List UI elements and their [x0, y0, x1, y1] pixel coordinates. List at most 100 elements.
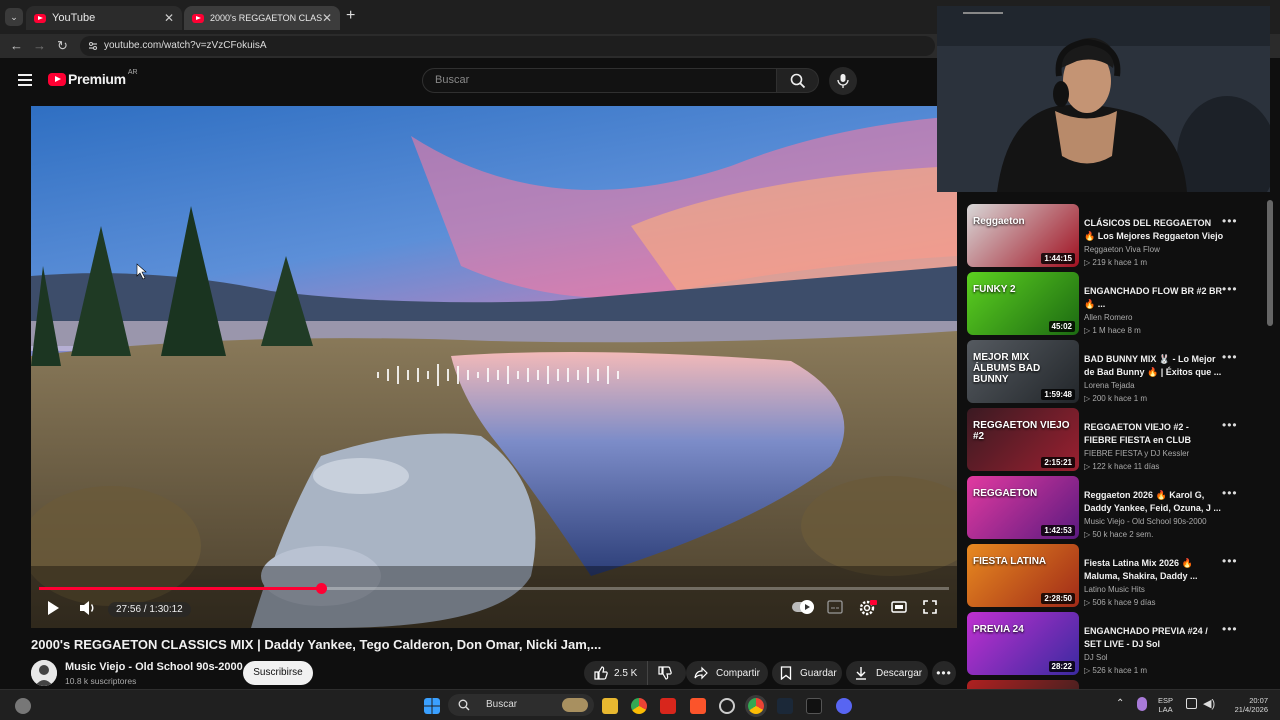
- recommendation-channel[interactable]: Latino Music Hits: [1084, 585, 1145, 594]
- browser-tab-video[interactable]: 2000's REGGAETON CLASSICS ✕: [184, 6, 340, 30]
- scrollbar[interactable]: [1267, 200, 1273, 326]
- search-button[interactable]: [777, 68, 819, 93]
- discord-icon[interactable]: [836, 698, 852, 714]
- thumbnail-text: PREVIA 24: [973, 624, 1024, 635]
- recommendation-stats-text: 506 k hace 9 días: [1092, 598, 1156, 607]
- bookmark-icon: [780, 666, 792, 680]
- play-icon[interactable]: [46, 600, 60, 616]
- recommendation-title[interactable]: Fiesta Latina Mix 2026 🔥 Maluma, Shakira…: [1084, 557, 1224, 583]
- recommendation-thumbnail[interactable]: PREVIA 24 28:22: [967, 612, 1079, 675]
- channel-avatar[interactable]: [31, 660, 57, 686]
- recommendation-channel[interactable]: FIEBRE FIESTA y DJ Kessler: [1084, 449, 1189, 458]
- recommendation-item[interactable]: REGGAETON 1:42:53 Reggaeton 2026 🔥 Karol G…: [967, 476, 1267, 540]
- recommendation-channel[interactable]: DJ Sol: [1084, 653, 1108, 662]
- more-options-icon[interactable]: •••: [1222, 623, 1238, 635]
- download-button[interactable]: Descargar: [846, 661, 928, 685]
- chrome-active-icon[interactable]: [748, 698, 764, 714]
- voice-search-button[interactable]: [829, 67, 857, 95]
- steam-icon[interactable]: [777, 698, 793, 714]
- app-icon[interactable]: [806, 698, 822, 714]
- acrobat-icon[interactable]: [660, 698, 676, 714]
- recommendation-title[interactable]: BAD BUNNY MIX 🐰 - Lo Mejor de Bad Bunny …: [1084, 353, 1224, 379]
- thumbnail-art: [967, 680, 1079, 689]
- tab-search-button[interactable]: ⌄: [5, 8, 23, 26]
- address-bar[interactable]: youtube.com/watch?v=zVzCFokuisA: [80, 36, 935, 56]
- recommendation-title[interactable]: REGGAETON VIEJO #2 - FIEBRE FIESTA en CL…: [1084, 421, 1224, 447]
- recommendation-title[interactable]: ENGANCHADO PREVIA #24 / SET LIVE - DJ So…: [1084, 625, 1224, 651]
- recommendation-item[interactable]: MEJOR MIX ÁLBUMS BAD BUNNY 1:59:48 BAD BUN…: [967, 340, 1267, 404]
- recommendation-item[interactable]: Reggaeton 1:44:15 CLÁSICOS DEL REGGAETON 🔥…: [967, 204, 1267, 268]
- volume-icon[interactable]: ◀): [1203, 697, 1215, 710]
- new-tab-icon[interactable]: +: [346, 7, 355, 25]
- more-actions-button[interactable]: •••: [932, 661, 956, 685]
- recommendation-thumbnail[interactable]: FIESTA LATINA 2:28:50: [967, 544, 1079, 607]
- more-options-icon[interactable]: •••: [1222, 351, 1238, 363]
- more-options-icon[interactable]: •••: [1222, 419, 1238, 431]
- recommendation-title[interactable]: Reggaeton 2026 🔥 Karol G, Daddy Yankee, …: [1084, 489, 1224, 515]
- taskbar-clock[interactable]: 20:07 21/4/2026: [1228, 696, 1268, 714]
- youtube-premium-logo[interactable]: Premium AR: [48, 69, 138, 87]
- url-text: youtube.com/watch?v=zVzCFokuisA: [104, 40, 267, 51]
- more-horizontal-icon: •••: [936, 666, 952, 680]
- display-icon[interactable]: [1186, 698, 1197, 709]
- recommendation-item[interactable]: FUNKY 2 45:02 ENGANCHADO FLOW BR #2 BR 🔥 .…: [967, 272, 1267, 336]
- thumbnail-text: REGGAETON VIEJO #2: [973, 420, 1070, 442]
- close-tab-icon[interactable]: ✕: [322, 11, 332, 25]
- chevron-up-icon[interactable]: ⌃: [1116, 698, 1124, 709]
- recommendation-thumbnail[interactable]: REGGAETON 1:42:53: [967, 476, 1079, 539]
- thumbs-down-icon[interactable]: [658, 666, 672, 680]
- more-options-icon[interactable]: •••: [1222, 283, 1238, 295]
- forward-arrow-icon[interactable]: →: [33, 38, 46, 53]
- recommendation-item[interactable]: REGGAETON VIEJO #2 2:15:21 REGGAETON VIEJO…: [967, 408, 1267, 472]
- recommendation-channel[interactable]: Allen Romero: [1084, 313, 1132, 322]
- recommendation-channel[interactable]: Reggaeton Viva Flow: [1084, 245, 1160, 254]
- recommendation-thumbnail[interactable]: REGGAETON VIEJO #2 2:15:21: [967, 408, 1079, 471]
- recommendation-stats-text: 122 k hace 11 días: [1092, 462, 1160, 471]
- close-tab-icon[interactable]: ✕: [164, 11, 174, 25]
- keyboard-language[interactable]: ESP LAA: [1158, 696, 1173, 714]
- recommendation-thumbnail[interactable]: REGGAETON VIEJO: [967, 680, 1079, 689]
- recommendation-title[interactable]: ENGANCHADO FLOW BR #2 BR 🔥 ...: [1084, 285, 1224, 311]
- theater-mode-icon[interactable]: [891, 600, 907, 614]
- more-options-icon[interactable]: •••: [1222, 555, 1238, 567]
- save-button[interactable]: Guardar: [772, 661, 842, 685]
- weather-icon[interactable]: [15, 698, 31, 714]
- brave-icon[interactable]: [690, 698, 706, 714]
- volume-icon[interactable]: [79, 600, 97, 616]
- browser-tab-youtube[interactable]: YouTube ✕: [26, 6, 182, 30]
- progress-bar[interactable]: [39, 583, 949, 594]
- back-arrow-icon[interactable]: ←: [10, 38, 23, 53]
- reload-icon[interactable]: ↻: [57, 38, 68, 54]
- autoplay-toggle[interactable]: [792, 600, 814, 614]
- file-explorer-icon[interactable]: [602, 698, 618, 714]
- subscribe-button[interactable]: Suscribirse: [243, 661, 313, 685]
- taskbar-search-box[interactable]: Buscar: [448, 694, 594, 716]
- channel-name[interactable]: Music Viejo - Old School 90s-2000: [65, 661, 243, 673]
- recommendation-title[interactable]: CLÁSICOS DEL REGGAETON 🔥 Los Mejores Reg…: [1084, 217, 1224, 243]
- recommendation-stats: ▷ 219 k hace 1 m: [1084, 258, 1147, 267]
- video-player[interactable]: 27:56 / 1:30:12: [31, 106, 957, 628]
- like-button[interactable]: 2.5 K: [584, 661, 648, 685]
- recommendation-item[interactable]: PREVIA 24 28:22 ENGANCHADO PREVIA #24 / SE…: [967, 612, 1267, 676]
- chrome-icon[interactable]: [631, 698, 647, 714]
- recommendation-thumbnail[interactable]: MEJOR MIX ÁLBUMS BAD BUNNY 1:59:48: [967, 340, 1079, 403]
- start-windows-icon[interactable]: [424, 698, 440, 714]
- settings-gear-icon[interactable]: [859, 600, 877, 616]
- menu-icon[interactable]: [18, 74, 32, 86]
- captions-icon[interactable]: [827, 600, 843, 614]
- search-input[interactable]: Buscar: [422, 68, 777, 93]
- recommendation-item[interactable]: REGGAETON VIEJOLIVE SET REGGAETON OLD ..…: [967, 680, 1267, 689]
- recommendation-channel[interactable]: Music Viejo - Old School 90s-2000: [1084, 517, 1207, 526]
- share-button[interactable]: Compartir: [686, 661, 768, 685]
- recommendation-channel[interactable]: Lorena Tejada: [1084, 381, 1135, 390]
- microphone-icon[interactable]: [1137, 697, 1147, 711]
- site-info-icon[interactable]: [88, 41, 98, 51]
- obs-icon[interactable]: [719, 698, 735, 714]
- recommendation-stats: ▷ 122 k hace 11 días: [1084, 462, 1159, 471]
- recommendation-item[interactable]: FIESTA LATINA 2:28:50 Fiesta Latina Mix 20…: [967, 544, 1267, 608]
- more-options-icon[interactable]: •••: [1222, 487, 1238, 499]
- recommendation-thumbnail[interactable]: FUNKY 2 45:02: [967, 272, 1079, 335]
- recommendation-thumbnail[interactable]: Reggaeton 1:44:15: [967, 204, 1079, 267]
- more-options-icon[interactable]: •••: [1222, 215, 1238, 227]
- fullscreen-icon[interactable]: [923, 600, 937, 614]
